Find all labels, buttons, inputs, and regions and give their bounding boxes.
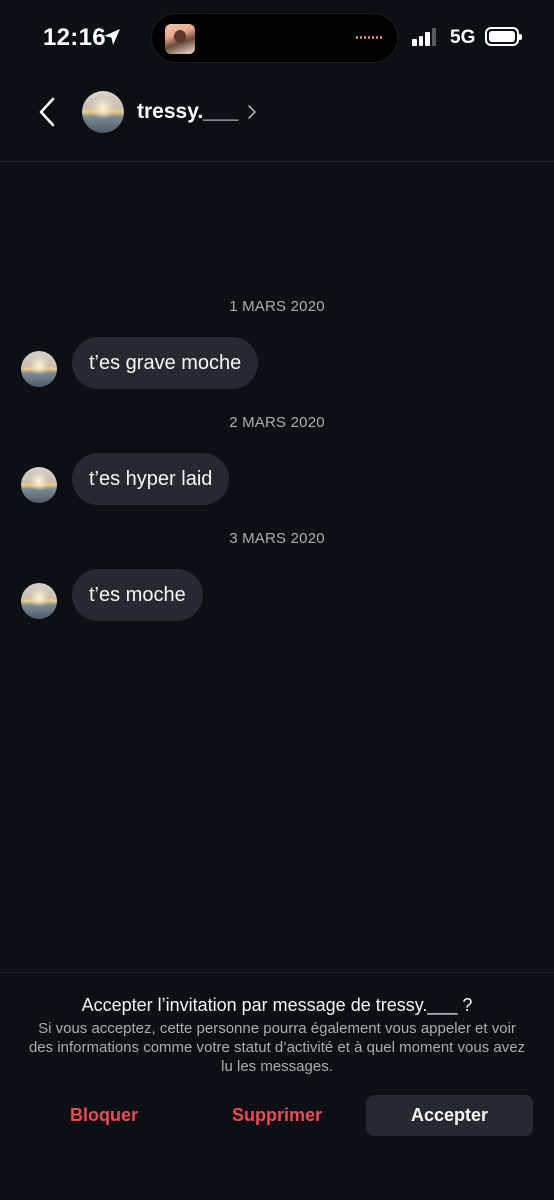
sender-avatar[interactable] (21, 583, 57, 619)
message-row: t’es moche (0, 569, 554, 621)
invite-title: Accepter l’invitation par message de tre… (81, 995, 473, 1015)
dynamic-island[interactable] (151, 13, 398, 63)
date-separator: 2 MARS 2020 (229, 414, 325, 431)
contact-username[interactable]: tressy.___ (137, 100, 238, 124)
back-button[interactable] (30, 94, 64, 130)
network-type: 5G (450, 27, 476, 48)
sender-avatar[interactable] (21, 351, 57, 387)
battery-level (489, 31, 515, 42)
location-arrow-icon (104, 29, 120, 45)
battery-icon (485, 27, 522, 46)
cellular-signal-icon (412, 28, 436, 46)
invite-description: Si vous acceptez, cette personne pourra … (28, 1020, 526, 1075)
block-button[interactable]: Bloquer (36, 1095, 172, 1136)
status-time: 12:16 (43, 24, 106, 51)
chevron-left-icon (39, 97, 55, 127)
audio-wave-icon (356, 36, 382, 39)
status-bar: 12:16 5G (0, 0, 554, 76)
date-separator: 1 MARS 2020 (229, 298, 325, 315)
message-bubble[interactable]: t’es hyper laid (72, 453, 230, 505)
sender-avatar[interactable] (21, 467, 57, 503)
message-bubble[interactable]: t’es grave moche (72, 337, 259, 389)
chevron-right-icon[interactable] (246, 104, 258, 120)
chat-header: tressy.___ (0, 80, 554, 162)
now-playing-thumbnail (165, 24, 195, 54)
message-row: t’es hyper laid (0, 453, 554, 505)
delete-button[interactable]: Supprimer (208, 1095, 346, 1136)
dm-request-screen: 12:16 5G tressy.___ 1 MARS 2020 t’es gra… (0, 0, 554, 1200)
contact-avatar[interactable] (82, 91, 124, 133)
accept-button[interactable]: Accepter (366, 1095, 533, 1136)
message-row: t’es grave moche (0, 337, 554, 389)
message-bubble[interactable]: t’es moche (72, 569, 203, 621)
message-request-panel: Accepter l’invitation par message de tre… (0, 972, 554, 1200)
date-separator: 3 MARS 2020 (229, 530, 325, 547)
